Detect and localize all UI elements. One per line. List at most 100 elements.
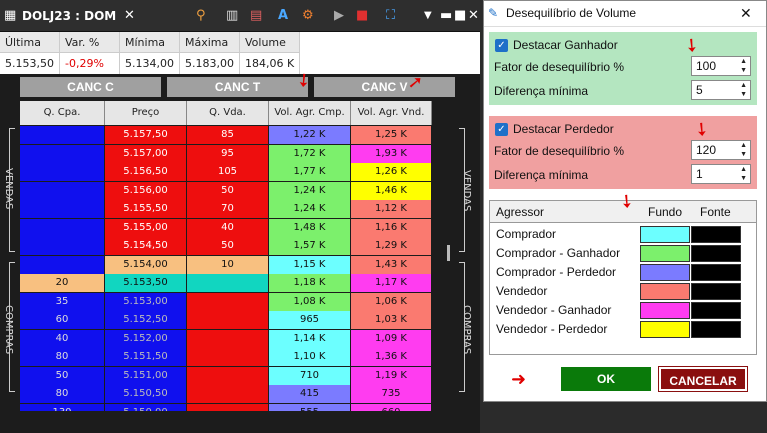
grid-cell-vc[interactable]: 1,24 K	[269, 200, 350, 218]
grid-cell-qv[interactable]	[187, 292, 268, 311]
fundo-color-swatch[interactable]	[640, 245, 690, 262]
loser-checkbox[interactable]: ✓	[495, 123, 508, 136]
winner-checkbox[interactable]: ✓	[495, 39, 508, 52]
fonte-color-swatch[interactable]	[691, 264, 741, 281]
tab-title[interactable]: DOLJ23 : DOM	[22, 0, 116, 32]
grid-header[interactable]: Vol. Agr. Cmp.	[269, 101, 351, 125]
pin-icon[interactable]: ⚲	[196, 0, 206, 32]
play-icon[interactable]: ▶	[334, 0, 344, 32]
grid-icon[interactable]: ▦	[4, 0, 16, 32]
grid-cell-price[interactable]: 5.153,50	[105, 274, 186, 292]
grid-cell-price[interactable]: 5.157,00	[105, 144, 186, 163]
grid-cell-price[interactable]: 5.155,50	[105, 200, 186, 218]
grid-cell-qv[interactable]: 50	[187, 237, 268, 255]
grid-cell-vc[interactable]: 555	[269, 403, 350, 411]
font-icon[interactable]: A	[278, 0, 288, 32]
grid-cell-qv[interactable]	[187, 366, 268, 385]
grid-cell-qc[interactable]: 60	[20, 311, 104, 329]
columns-icon[interactable]: ▥	[226, 0, 238, 32]
grid-cell-qc[interactable]: 130	[20, 403, 104, 411]
minimize-icon[interactable]: ▬	[440, 0, 452, 32]
grid-cell-price[interactable]: 5.155,00	[105, 218, 186, 237]
fonte-color-swatch[interactable]	[691, 245, 741, 262]
grid-cell-qc[interactable]	[20, 200, 104, 218]
winner-diff-input[interactable]: 5 ▲ ▼	[691, 80, 751, 100]
fonte-color-swatch[interactable]	[691, 226, 741, 243]
fundo-color-swatch[interactable]	[640, 226, 690, 243]
grid-cell-qc[interactable]: 35	[20, 292, 104, 311]
grid-cell-qv[interactable]	[187, 311, 268, 329]
grid-cell-price[interactable]: 5.156,50	[105, 163, 186, 181]
grid-cell-vc[interactable]: 1,48 K	[269, 218, 350, 237]
cancel-buy-button[interactable]: CANC C	[20, 77, 161, 97]
grid-cell-qc[interactable]	[20, 163, 104, 181]
grid-cell-vv[interactable]: 1,16 K	[351, 218, 431, 237]
maximize-icon[interactable]: ■	[454, 0, 466, 32]
table-icon[interactable]: ▤	[250, 0, 262, 32]
grid-cell-vc[interactable]: 1,15 K	[269, 255, 350, 274]
grid-cell-qv[interactable]: 105	[187, 163, 268, 181]
grid-cell-vc[interactable]: 1,14 K	[269, 329, 350, 348]
grid-cell-price[interactable]: 5.150,00	[105, 403, 186, 411]
grid-cell-qv[interactable]: 10	[187, 255, 268, 274]
grid-cell-vv[interactable]: 1,19 K	[351, 366, 431, 385]
loser-diff-input[interactable]: 1 ▲ ▼	[691, 164, 751, 184]
stop-icon[interactable]: ■	[356, 0, 368, 32]
grid-cell-vv[interactable]: 1,93 K	[351, 144, 431, 163]
spin-arrows-icon[interactable]: ▲ ▼	[740, 81, 747, 99]
fundo-color-swatch[interactable]	[640, 302, 690, 319]
grid-cell-vc[interactable]: 415	[269, 385, 350, 403]
spin-arrows-icon[interactable]: ▲ ▼	[740, 165, 747, 183]
ok-button[interactable]: OK	[561, 367, 651, 391]
grid-cell-price[interactable]: 5.157,50	[105, 126, 186, 144]
grid-cell-price[interactable]: 5.151,00	[105, 366, 186, 385]
cancel-all-button[interactable]: CANC T	[167, 77, 308, 97]
fonte-color-swatch[interactable]	[691, 302, 741, 319]
grid-cell-qv[interactable]	[187, 385, 268, 403]
spin-arrows-icon[interactable]: ▲ ▼	[740, 141, 747, 159]
grid-cell-vv[interactable]: 1,25 K	[351, 126, 431, 144]
fundo-color-swatch[interactable]	[640, 283, 690, 300]
grid-cell-qc[interactable]: 80	[20, 385, 104, 403]
grid-cell-qc[interactable]: 40	[20, 329, 104, 348]
grid-cell-qc[interactable]: 80	[20, 348, 104, 366]
grid-cell-vc[interactable]: 1,57 K	[269, 237, 350, 255]
grid-cell-vc[interactable]: 1,18 K	[269, 274, 350, 292]
grid-cell-vv[interactable]: 1,26 K	[351, 163, 431, 181]
grid-cell-qc[interactable]	[20, 255, 104, 274]
select-icon[interactable]: ⛶	[386, 0, 395, 32]
grid-cell-qv[interactable]	[187, 329, 268, 348]
grid-cell-vv[interactable]: 1,36 K	[351, 348, 431, 366]
grid-cell-vc[interactable]: 1,08 K	[269, 292, 350, 311]
window-close-icon[interactable]: ✕	[468, 0, 479, 32]
grid-cell-price[interactable]: 5.152,50	[105, 311, 186, 329]
grid-cell-vv[interactable]: 1,06 K	[351, 292, 431, 311]
grid-cell-price[interactable]: 5.156,00	[105, 181, 186, 200]
grid-cell-qv[interactable]: 85	[187, 126, 268, 144]
grid-cell-vv[interactable]: 1,17 K	[351, 274, 431, 292]
grid-cell-vc[interactable]: 1,77 K	[269, 163, 350, 181]
dialog-close-icon[interactable]: ✕	[740, 5, 752, 22]
grid-cell-price[interactable]: 5.152,00	[105, 329, 186, 348]
fundo-color-swatch[interactable]	[640, 321, 690, 338]
grid-cell-vc[interactable]: 710	[269, 366, 350, 385]
grid-cell-qc[interactable]	[20, 144, 104, 163]
grid-header[interactable]: Vol. Agr. Vnd.	[351, 101, 432, 125]
grid-cell-vv[interactable]: 1,12 K	[351, 200, 431, 218]
grid-cell-qc[interactable]: 50	[20, 366, 104, 385]
grid-cell-vv[interactable]: 1,03 K	[351, 311, 431, 329]
grid-cell-qv[interactable]: 40	[187, 218, 268, 237]
winner-factor-input[interactable]: 100 ▲ ▼	[691, 56, 751, 76]
fundo-color-swatch[interactable]	[640, 264, 690, 281]
cancel-button[interactable]: CANCELAR	[658, 366, 748, 392]
tab-close-icon[interactable]: ✕	[124, 0, 135, 32]
grid-cell-price[interactable]: 5.154,00	[105, 255, 186, 274]
grid-cell-qc[interactable]: 20	[20, 274, 104, 292]
grid-cell-qv[interactable]	[187, 403, 268, 411]
gear-icon[interactable]: ⚙	[302, 0, 314, 32]
grid-cell-vc[interactable]: 1,24 K	[269, 181, 350, 200]
grid-cell-price[interactable]: 5.153,00	[105, 292, 186, 311]
grid-cell-vv[interactable]: 1,09 K	[351, 329, 431, 348]
grid-cell-qv[interactable]: 95	[187, 144, 268, 163]
grid-cell-vv[interactable]: 660	[351, 403, 431, 411]
